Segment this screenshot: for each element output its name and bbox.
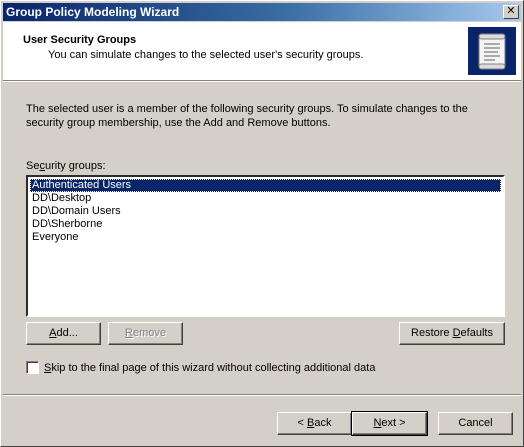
security-groups-list[interactable]: Authenticated Users DD\Desktop DD\Domain U…: [26, 175, 505, 317]
add-button[interactable]: Add...: [26, 322, 101, 345]
security-group-item[interactable]: DD\Desktop: [30, 192, 501, 205]
page-title: User Security Groups: [23, 34, 137, 46]
skip-checkbox[interactable]: [26, 361, 39, 374]
back-button[interactable]: < Back: [277, 412, 352, 435]
restore-defaults-button[interactable]: Restore Defaults: [399, 322, 505, 345]
title-bar[interactable]: Group Policy Modeling Wizard ✕: [3, 3, 521, 21]
skip-checkbox-label: Skip to the final page of this wizard wi…: [44, 361, 376, 374]
footer-divider: [3, 394, 521, 396]
scroll-document-icon: [468, 27, 516, 75]
security-group-item[interactable]: Authenticated Users: [30, 179, 501, 192]
remove-button[interactable]: Remove: [108, 322, 183, 345]
close-button[interactable]: ✕: [503, 5, 519, 19]
security-group-item[interactable]: Everyone: [30, 231, 501, 244]
header-divider: [3, 80, 521, 82]
security-group-item[interactable]: DD\Domain Users: [30, 205, 501, 218]
wizard-header: User Security Groups You can simulate ch…: [3, 22, 521, 80]
security-group-item[interactable]: DD\Sherborne: [30, 218, 501, 231]
security-groups-label: Security groups:: [26, 160, 106, 172]
page-subtitle: You can simulate changes to the selected…: [48, 49, 364, 61]
close-icon: ✕: [506, 5, 516, 17]
description-text: The selected user is a member of the fol…: [26, 103, 468, 129]
cancel-button[interactable]: Cancel: [438, 412, 513, 435]
next-button[interactable]: Next >: [351, 411, 428, 436]
wizard-window: Group Policy Modeling Wizard ✕ User Secu…: [0, 0, 524, 447]
skip-option[interactable]: Skip to the final page of this wizard wi…: [26, 361, 375, 374]
window-title: Group Policy Modeling Wizard: [6, 5, 180, 19]
